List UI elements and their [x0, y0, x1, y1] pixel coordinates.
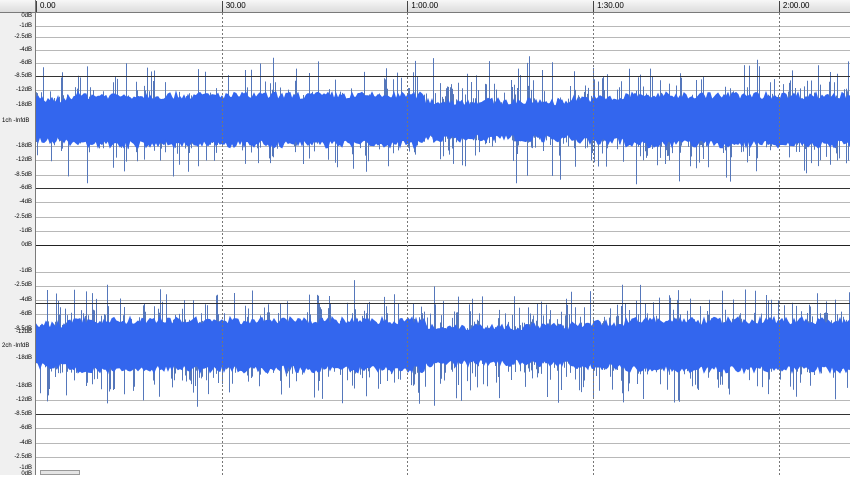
db-scale-label: 0dB: [21, 471, 32, 477]
horizontal-scrollbar-thumb[interactable]: [40, 470, 80, 475]
db-scale-label: -18dB: [15, 102, 32, 108]
db-scale-label: -12dB: [15, 397, 32, 403]
db-scale-label: -2.5dB: [14, 214, 32, 220]
timeline-ruler[interactable]: 0.00 30.00 1:00.00 1:30.00 2:00.00: [36, 0, 850, 13]
db-scale-label: -12dB: [15, 329, 32, 335]
ruler-corner: [0, 0, 36, 13]
db-scale-label: -1dB: [19, 268, 32, 274]
db-scale-label: -6dB: [19, 60, 32, 66]
db-scale-label: -1dB: [19, 228, 32, 234]
db-scale-label: -4dB: [19, 440, 32, 446]
db-scale-label: -1dB: [19, 23, 32, 29]
db-scale-label: -6dB: [19, 311, 32, 317]
db-scale-label: -18dB: [15, 355, 32, 361]
db-scale-label: -8.5dB: [14, 411, 32, 417]
waveform-background: [36, 13, 850, 475]
ruler-tick-label: 1:00.00: [407, 1, 438, 12]
db-scale-label: 0dB: [21, 242, 32, 248]
db-scale-label: 0dB: [21, 13, 32, 19]
waveform-canvas[interactable]: [36, 13, 850, 475]
ruler-tick-label: 1:30.00: [593, 1, 624, 12]
db-scale-label: -4dB: [19, 199, 32, 205]
db-scale-label: -8.5dB: [14, 172, 32, 178]
db-scale-column: 0dB -1dB -2.5dB -4dB -6dB -8.5dB -12dB -18dB -18…: [0, 13, 36, 477]
db-scale-label: -2.5dB: [14, 282, 32, 288]
ruler-tick-label: 0.00: [36, 1, 56, 12]
ruler-tick-label: 2:00.00: [778, 1, 810, 12]
channel-name-label: 2ch -InfdB: [2, 343, 30, 349]
db-scale-label: -4dB: [19, 47, 32, 53]
db-scale-label: -12dB: [15, 87, 32, 93]
db-scale-label: -8.5dB: [14, 73, 32, 79]
ruler-tick-label: 30.00: [221, 1, 246, 12]
db-scale-label: -6dB: [19, 425, 32, 431]
db-scale-label: -2.5dB: [14, 34, 32, 40]
db-scale-label: -12dB: [15, 157, 32, 163]
db-scale-label: -18dB: [15, 143, 32, 149]
db-scale-label: -6dB: [19, 185, 32, 191]
channel-name-label: 1ch -InfdB: [2, 118, 30, 124]
db-scale-label: -4dB: [19, 297, 32, 303]
waveform-area[interactable]: [36, 13, 850, 475]
db-scale-label: -18dB: [15, 383, 32, 389]
db-scale-label: -2.5dB: [14, 454, 32, 460]
audio-editor-window: 0.00 30.00 1:00.00 1:30.00 2:00.00 0dB -1dB -2…: [0, 0, 850, 477]
